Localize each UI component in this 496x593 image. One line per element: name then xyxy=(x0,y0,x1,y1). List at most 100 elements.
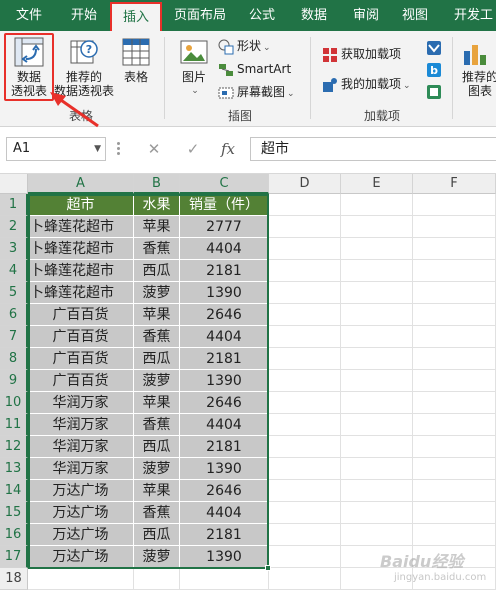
table-header-cell[interactable]: 超市 xyxy=(28,194,134,216)
tab-page-layout[interactable]: 页面布局 xyxy=(164,0,236,31)
table-cell[interactable]: 香蕉 xyxy=(134,414,180,436)
table-cell[interactable]: 广百百货 xyxy=(28,370,134,392)
table-cell[interactable]: 2181 xyxy=(180,348,269,370)
empty-cell[interactable] xyxy=(341,458,413,480)
empty-cell[interactable] xyxy=(413,326,496,348)
worksheet-grid[interactable]: A B C D E F 1 超市 水果 销量（件） 2 卜蜂莲花超市 苹果 2777 3 卜蜂莲花超市 香蕉 44… xyxy=(0,174,496,593)
empty-cell[interactable] xyxy=(341,392,413,414)
table-cell[interactable]: 华润万家 xyxy=(28,458,134,480)
row-header-11[interactable]: 11 xyxy=(0,414,28,436)
tab-formulas[interactable]: 公式 xyxy=(236,0,288,31)
empty-cell[interactable] xyxy=(413,436,496,458)
enter-icon[interactable]: ✓ xyxy=(181,138,205,160)
table-cell[interactable]: 广百百货 xyxy=(28,348,134,370)
formula-bar-grip[interactable] xyxy=(117,142,120,156)
table-button[interactable]: 表格 xyxy=(114,37,158,84)
empty-cell[interactable] xyxy=(28,568,134,590)
empty-cell[interactable] xyxy=(341,524,413,546)
empty-cell[interactable] xyxy=(269,260,341,282)
table-cell[interactable]: 万达广场 xyxy=(28,524,134,546)
row-header-13[interactable]: 13 xyxy=(0,458,28,480)
table-cell[interactable]: 2777 xyxy=(180,216,269,238)
table-cell[interactable]: 苹果 xyxy=(134,480,180,502)
empty-cell[interactable] xyxy=(269,238,341,260)
get-addins-button[interactable]: 获取加载项 xyxy=(322,45,401,63)
empty-cell[interactable] xyxy=(341,370,413,392)
table-header-cell[interactable]: 水果 xyxy=(134,194,180,216)
recommended-pivot-button[interactable]: ? 推荐的 数据透视表 xyxy=(54,37,114,98)
row-header-16[interactable]: 16 xyxy=(0,524,28,546)
formula-input[interactable]: 超市 xyxy=(250,137,496,161)
empty-cell[interactable] xyxy=(413,392,496,414)
empty-cell[interactable] xyxy=(413,480,496,502)
empty-cell[interactable] xyxy=(341,304,413,326)
empty-cell[interactable] xyxy=(269,568,341,590)
table-cell[interactable]: 万达广场 xyxy=(28,502,134,524)
column-header-a[interactable]: A xyxy=(28,174,134,194)
insert-function-icon[interactable]: fx xyxy=(216,138,240,160)
select-all-corner[interactable] xyxy=(0,174,28,194)
row-header-14[interactable]: 14 xyxy=(0,480,28,502)
table-cell[interactable]: 4404 xyxy=(180,414,269,436)
table-cell[interactable]: 西瓜 xyxy=(134,348,180,370)
empty-cell[interactable] xyxy=(413,524,496,546)
empty-cell[interactable] xyxy=(269,304,341,326)
empty-cell[interactable] xyxy=(269,370,341,392)
table-cell[interactable]: 万达广场 xyxy=(28,480,134,502)
empty-cell[interactable] xyxy=(341,238,413,260)
column-header-d[interactable]: D xyxy=(269,174,341,194)
table-cell[interactable]: 菠萝 xyxy=(134,282,180,304)
tab-home[interactable]: 开始 xyxy=(58,0,110,31)
addin-icons[interactable]: b xyxy=(426,39,442,103)
empty-cell[interactable] xyxy=(269,348,341,370)
column-header-e[interactable]: E xyxy=(341,174,413,194)
empty-cell[interactable] xyxy=(180,568,269,590)
table-cell[interactable]: 华润万家 xyxy=(28,436,134,458)
empty-cell[interactable] xyxy=(413,238,496,260)
empty-cell[interactable] xyxy=(413,260,496,282)
row-header-2[interactable]: 2 xyxy=(0,216,28,238)
table-cell[interactable]: 华润万家 xyxy=(28,392,134,414)
empty-cell[interactable] xyxy=(413,348,496,370)
table-cell[interactable]: 1390 xyxy=(180,282,269,304)
empty-cell[interactable] xyxy=(413,194,496,216)
tab-file[interactable]: 文件 xyxy=(0,0,58,31)
pictures-button[interactable]: 图片 ⌄ xyxy=(172,37,216,98)
empty-cell[interactable] xyxy=(413,282,496,304)
table-cell[interactable]: 香蕉 xyxy=(134,326,180,348)
table-cell[interactable]: 2646 xyxy=(180,392,269,414)
name-box[interactable]: A1 ▼ xyxy=(6,137,106,161)
empty-cell[interactable] xyxy=(413,458,496,480)
empty-cell[interactable] xyxy=(341,282,413,304)
empty-cell[interactable] xyxy=(134,568,180,590)
empty-cell[interactable] xyxy=(269,282,341,304)
shapes-button[interactable]: 形状 ⌄ xyxy=(218,37,271,55)
tab-review[interactable]: 审阅 xyxy=(340,0,392,31)
table-cell[interactable]: 香蕉 xyxy=(134,502,180,524)
empty-cell[interactable] xyxy=(269,414,341,436)
row-header-18[interactable]: 18 xyxy=(0,568,28,590)
empty-cell[interactable] xyxy=(269,194,341,216)
table-cell[interactable]: 香蕉 xyxy=(134,238,180,260)
empty-cell[interactable] xyxy=(413,370,496,392)
empty-cell[interactable] xyxy=(341,194,413,216)
table-cell[interactable]: 2646 xyxy=(180,304,269,326)
empty-cell[interactable] xyxy=(269,216,341,238)
table-cell[interactable]: 1390 xyxy=(180,370,269,392)
table-cell[interactable]: 2646 xyxy=(180,480,269,502)
row-header-6[interactable]: 6 xyxy=(0,304,28,326)
empty-cell[interactable] xyxy=(341,502,413,524)
table-cell[interactable]: 2181 xyxy=(180,260,269,282)
empty-cell[interactable] xyxy=(269,502,341,524)
column-header-c[interactable]: C xyxy=(180,174,269,194)
recommended-charts-button[interactable]: 推荐的 图表 xyxy=(462,37,496,98)
table-cell[interactable]: 4404 xyxy=(180,502,269,524)
empty-cell[interactable] xyxy=(269,326,341,348)
tab-developer[interactable]: 开发工 xyxy=(440,0,496,31)
my-addins-button[interactable]: 我的加载项 ⌄ xyxy=(322,75,411,93)
table-cell[interactable]: 广百百货 xyxy=(28,304,134,326)
table-cell[interactable]: 苹果 xyxy=(134,392,180,414)
column-header-b[interactable]: B xyxy=(134,174,180,194)
empty-cell[interactable] xyxy=(413,304,496,326)
empty-cell[interactable] xyxy=(341,326,413,348)
